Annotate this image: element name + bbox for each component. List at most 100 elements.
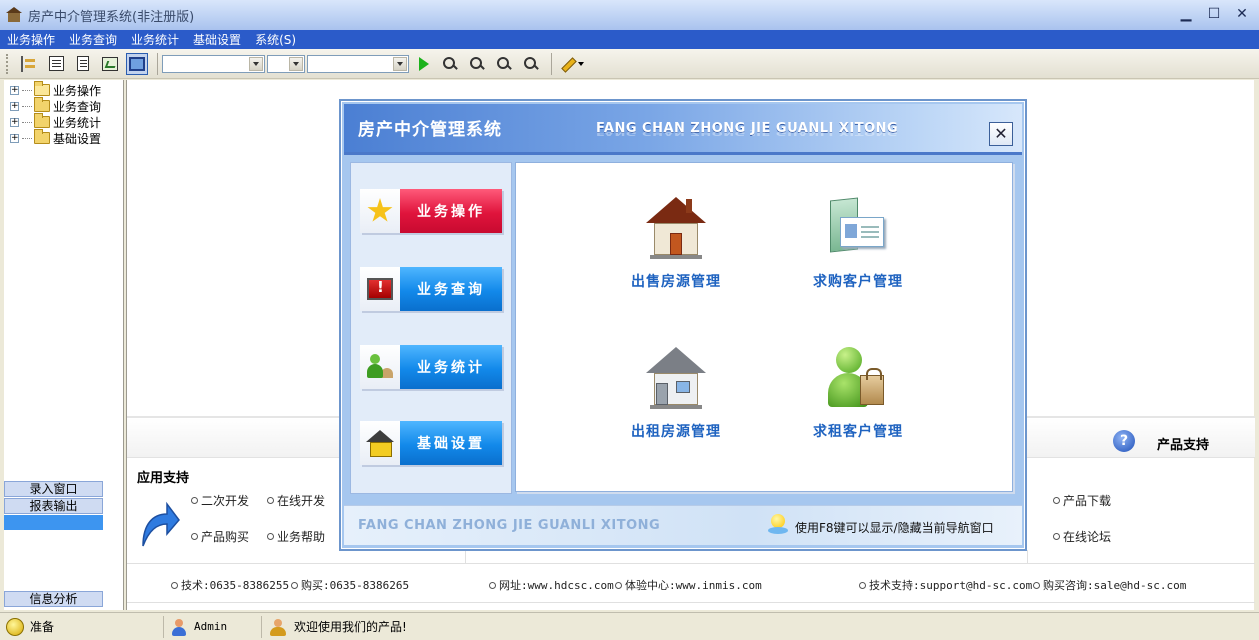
value-select[interactable] — [307, 54, 409, 73]
link-buy-product[interactable]: 产品购买 — [191, 528, 249, 545]
tab-report-output[interactable]: 报表输出 — [4, 498, 103, 514]
find-button[interactable] — [439, 53, 461, 75]
menu-query[interactable]: 业务查询 — [62, 31, 124, 48]
link-business-help[interactable]: 业务帮助 — [267, 528, 325, 545]
tree-item-label: 业务操作 — [53, 83, 102, 98]
operator-select[interactable] — [267, 54, 305, 73]
bullet-icon — [615, 582, 622, 589]
nav-statistics-button[interactable]: 业务统计 — [360, 345, 502, 389]
menu-system[interactable]: 系统(S) — [248, 31, 303, 48]
window — [676, 381, 690, 393]
head — [836, 347, 862, 373]
tile-buy-clients[interactable]: 求购客户管理 — [778, 195, 938, 291]
menu-settings[interactable]: 基础设置 — [186, 31, 248, 48]
toolbar-separator — [157, 52, 158, 75]
expand-icon[interactable]: + — [10, 117, 19, 127]
tree-item-query[interactable]: + 业务查询 — [10, 97, 101, 114]
nav-icon-box — [360, 267, 400, 311]
product-support-link[interactable]: 产品支持 — [1157, 434, 1209, 453]
dialog-nav-panel: 业务操作 业务查询 业务统计 基础设置 — [350, 162, 512, 494]
refresh-button[interactable] — [520, 53, 542, 75]
app-house-icon — [6, 7, 22, 23]
tree-connector — [22, 137, 32, 139]
close-window-button[interactable]: ✕ — [1233, 5, 1251, 23]
footer-brand: FANG CHAN ZHONG JIE GUANLI XITONG — [358, 518, 661, 533]
menu-operations[interactable]: 业务操作 — [0, 31, 62, 48]
menu-statistics[interactable]: 业务统计 — [124, 31, 186, 48]
tile-sale-listings[interactable]: 出售房源管理 — [596, 195, 756, 291]
dialog-title: 房产中介管理系统 — [358, 120, 502, 140]
navigation-tree: + 业务操作 + 业务查询 + 业务统计 + 基础设置 — [4, 80, 124, 480]
side-tab-selection — [4, 515, 103, 530]
run-query-play-icon[interactable] — [419, 56, 429, 71]
link-label: 产品下载 — [1063, 494, 1112, 508]
window-title: 房产中介管理系统(非注册版) — [28, 9, 195, 25]
link-online-dev[interactable]: 在线开发 — [267, 492, 325, 509]
title-bar: 房产中介管理系统(非注册版) ▁ ☐ ✕ — [0, 0, 1259, 30]
dialog-close-button[interactable]: ✕ — [989, 122, 1013, 146]
tree-view-button[interactable] — [18, 53, 40, 75]
expand-icon[interactable]: + — [10, 85, 19, 95]
support-email[interactable]: 技术支持:support@hd-sc.com — [859, 577, 1032, 593]
tile-label: 求购客户管理 — [813, 274, 903, 290]
edit-dropdown-button[interactable] — [556, 53, 586, 75]
f8-hint: 使用F8键可以显示/隐藏当前导航窗口 — [795, 521, 994, 535]
bullet-icon — [171, 582, 178, 589]
find-next-button[interactable] — [466, 53, 488, 75]
tree-item-statistics[interactable]: + 业务统计 — [10, 113, 101, 130]
experience-center-link[interactable]: 体验中心:www.inmis.com — [615, 577, 762, 593]
divider — [127, 602, 1255, 603]
link-secondary-dev[interactable]: 二次开发 — [191, 492, 249, 509]
bullet-icon — [489, 582, 496, 589]
menu-bar: 业务操作 业务查询 业务统计 基础设置 系统(S) — [0, 30, 1259, 49]
tile-label: 出售房源管理 — [631, 274, 721, 290]
tab-entry-window[interactable]: 录入窗口 — [4, 481, 103, 497]
expand-icon[interactable]: + — [10, 101, 19, 111]
navigation-dialog: 房产中介管理系统 FANG CHAN ZHONG JIE GUANLI XITO… — [339, 99, 1027, 551]
nav-query-button[interactable]: 业务查询 — [360, 267, 502, 311]
folder-icon — [34, 129, 50, 144]
link-label: 产品购买 — [201, 530, 250, 544]
chimney — [686, 199, 692, 213]
maximize-button[interactable]: ☐ — [1205, 5, 1223, 23]
minimize-button[interactable]: ▁ — [1177, 5, 1195, 23]
help-icon[interactable]: ? — [1113, 430, 1135, 452]
document-icon — [77, 56, 89, 71]
base — [650, 405, 702, 409]
tree-item-operations[interactable]: + 业务操作 — [10, 81, 102, 98]
door — [670, 233, 682, 255]
tab-info-analysis[interactable]: 信息分析 — [4, 591, 103, 607]
status-welcome: 欢迎使用我们的产品! — [262, 616, 482, 638]
navigation-window-button[interactable] — [126, 52, 148, 75]
chart-button[interactable] — [99, 53, 121, 75]
list-view-button[interactable] — [45, 53, 67, 75]
refresh-icon — [523, 56, 539, 72]
house-icon — [366, 430, 394, 457]
website-link[interactable]: 网址:www.hdcsc.com — [489, 577, 614, 593]
nav-operations-button[interactable]: 业务操作 — [360, 189, 502, 233]
nav-label: 基础设置 — [400, 421, 502, 465]
toolbar-grip[interactable] — [6, 53, 10, 74]
tile-rent-listings[interactable]: 出租房源管理 — [596, 345, 756, 441]
field-select[interactable] — [162, 54, 265, 73]
document-button[interactable] — [72, 53, 94, 75]
status-bar: 准备 Admin 欢迎使用我们的产品! — [0, 612, 1259, 640]
filter-button[interactable] — [493, 53, 515, 75]
tile-rent-clients[interactable]: 求租客户管理 — [778, 345, 938, 441]
sale-email[interactable]: 购买咨询:sale@hd-sc.com — [1033, 577, 1186, 593]
chevron-down-icon — [393, 56, 407, 71]
tree-item-settings[interactable]: + 基础设置 — [10, 129, 101, 146]
status-user: Admin — [164, 615, 262, 638]
link-product-download[interactable]: 产品下载 — [1053, 492, 1111, 509]
door — [656, 383, 668, 405]
link-online-forum[interactable]: 在线论坛 — [1053, 528, 1111, 545]
folder-icon — [34, 97, 50, 112]
user-icon — [170, 618, 188, 636]
tile-label: 出租房源管理 — [631, 424, 721, 440]
bullet-icon — [1053, 533, 1060, 540]
toolbar — [0, 49, 1259, 79]
nav-settings-button[interactable]: 基础设置 — [360, 421, 502, 465]
tech-phone: 技术:0635-8386255 — [171, 577, 289, 593]
expand-icon[interactable]: + — [10, 133, 19, 143]
roof — [646, 347, 706, 373]
